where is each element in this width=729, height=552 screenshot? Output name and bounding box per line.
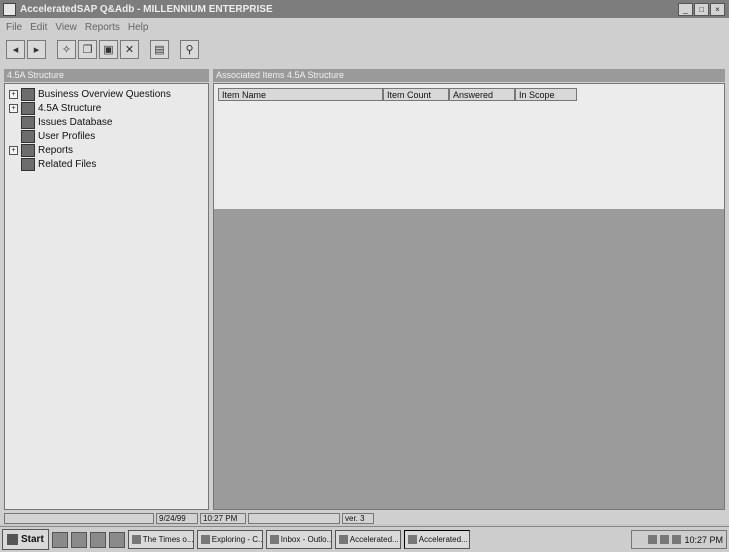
items-list[interactable]: Item Name Item Count Answered In Scope: [214, 84, 724, 209]
status-bar: 9/24/99 10:27 PM ver. 3: [0, 512, 729, 524]
show-desktop-icon[interactable]: [51, 531, 68, 548]
expand-icon[interactable]: +: [9, 145, 18, 155]
forward-icon[interactable]: ▸: [27, 39, 46, 59]
tree-item-label: Business Overview Questions: [38, 88, 171, 100]
copy-icon[interactable]: ❐: [78, 39, 97, 59]
inbox-icon: [269, 535, 279, 544]
column-item-count[interactable]: Item Count: [383, 88, 449, 101]
book-icon: [21, 129, 35, 143]
menu-help[interactable]: Help: [128, 22, 149, 33]
close-button[interactable]: ×: [710, 3, 725, 16]
status-version: ver. 3: [342, 512, 374, 524]
left-pane-header: 4.5A Structure: [4, 69, 209, 82]
start-label: Start: [21, 534, 44, 545]
document-icon: [131, 535, 141, 544]
book-icon: [21, 87, 35, 101]
tree-item[interactable]: + 4.5A Structure: [9, 101, 101, 115]
tree-item-label: Reports: [38, 144, 74, 156]
browser-icon[interactable]: [70, 531, 87, 548]
taskbar-button[interactable]: Accelerated...: [334, 530, 401, 549]
taskbar-button-label: Accelerated...: [349, 535, 399, 544]
column-headers: Item Name Item Count Answered In Scope: [218, 88, 577, 101]
app-window: AcceleratedSAP Q&Adb - MILLENNIUM ENTERP…: [0, 0, 729, 524]
book-icon: [21, 101, 35, 115]
back-icon[interactable]: ◂: [6, 39, 25, 59]
tray-clock: 10:27 PM: [684, 534, 723, 545]
new-icon[interactable]: ✧: [57, 39, 76, 59]
column-answered[interactable]: Answered: [449, 88, 515, 101]
tree-item-label: 4.5A Structure: [38, 102, 102, 114]
help-icon: [338, 535, 348, 544]
tree-pane: + Business Overview Questions + 4.5A Str…: [4, 83, 209, 510]
properties-icon[interactable]: ▤: [150, 39, 169, 59]
tree-item-label: Related Files: [38, 158, 97, 170]
tree-item[interactable]: Issues Database: [9, 115, 113, 129]
maximize-button[interactable]: □: [694, 3, 709, 16]
toolbar: ◂ ▸ ✧ ❐ ▣ ✕ ▤ ⚲: [0, 36, 729, 62]
app-icon: [407, 535, 417, 544]
right-pane-header: Associated Items 4.5A Structure: [213, 69, 725, 82]
tree-item[interactable]: User Profiles: [9, 129, 95, 143]
expand-icon[interactable]: +: [9, 103, 18, 113]
book-icon: [21, 157, 35, 171]
status-time: 10:27 PM: [200, 512, 246, 524]
outlook-icon[interactable]: [89, 531, 106, 548]
book-icon: [21, 115, 35, 129]
network-icon[interactable]: [660, 535, 670, 544]
status-pane: [4, 512, 154, 524]
tree-item[interactable]: Related Files: [9, 157, 96, 171]
start-button[interactable]: Start: [2, 529, 49, 550]
delete-icon[interactable]: ✕: [120, 39, 139, 59]
window-title: AcceleratedSAP Q&Adb - MILLENNIUM ENTERP…: [20, 3, 273, 15]
menu-file[interactable]: File: [6, 22, 22, 33]
menu-bar: File Edit View Reports Help: [0, 19, 729, 35]
tree-item[interactable]: + Reports: [9, 143, 73, 157]
items-pane: Item Name Item Count Answered In Scope: [213, 83, 725, 510]
menu-edit[interactable]: Edit: [30, 22, 47, 33]
minimize-button[interactable]: _: [678, 3, 693, 16]
taskbar-button-label: Exploring - C...: [211, 535, 263, 544]
volume-icon[interactable]: [648, 535, 658, 544]
column-item-name[interactable]: Item Name: [218, 88, 383, 101]
channels-icon[interactable]: [108, 531, 125, 548]
folder-icon: [200, 535, 210, 544]
save-icon[interactable]: ▣: [99, 39, 118, 59]
taskbar: Start The Times o... Exploring - C... In…: [0, 526, 729, 552]
find-icon[interactable]: ⚲: [180, 39, 199, 59]
status-pane: [248, 512, 340, 524]
tree-item-label: User Profiles: [38, 130, 96, 142]
menu-reports[interactable]: Reports: [85, 22, 120, 33]
title-bar[interactable]: AcceleratedSAP Q&Adb - MILLENNIUM ENTERP…: [0, 0, 729, 18]
taskbar-button[interactable]: The Times o...: [127, 530, 194, 549]
scheduler-icon[interactable]: [672, 535, 682, 544]
taskbar-button-label: The Times o...: [142, 535, 194, 544]
taskbar-button-label: Accelerated...: [418, 535, 468, 544]
system-tray: 10:27 PM: [631, 530, 727, 549]
taskbar-button-label: Inbox - Outlo...: [280, 535, 332, 544]
status-date: 9/24/99: [156, 512, 198, 524]
taskbar-button[interactable]: Inbox - Outlo...: [265, 530, 332, 549]
windows-logo-icon: [7, 534, 18, 545]
tree-item[interactable]: + Business Overview Questions: [9, 87, 171, 101]
menu-view[interactable]: View: [55, 22, 77, 33]
column-in-scope[interactable]: In Scope: [515, 88, 577, 101]
book-icon: [21, 143, 35, 157]
app-icon: [3, 2, 16, 16]
taskbar-button[interactable]: Exploring - C...: [196, 530, 263, 549]
tree-item-label: Issues Database: [38, 116, 113, 128]
expand-icon[interactable]: +: [9, 89, 18, 99]
taskbar-button[interactable]: Accelerated...: [403, 530, 470, 549]
